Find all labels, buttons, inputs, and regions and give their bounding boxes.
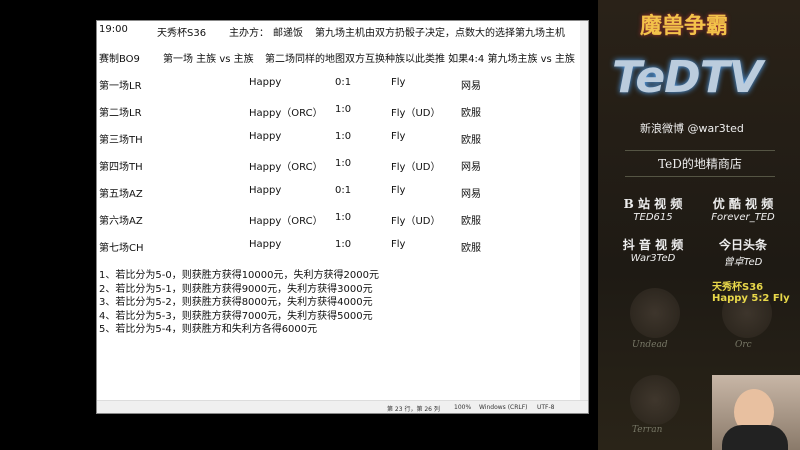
card-title: 抖 音 视 频 xyxy=(622,238,684,252)
race-label: Orc xyxy=(735,340,752,350)
game-score: 1:0 xyxy=(335,212,352,223)
race-label: Terran xyxy=(632,425,663,435)
game-row: 第二场LR Happy（ORC） 1:0 Fly（UD） 欧服 xyxy=(99,104,579,119)
game-server: 网易 xyxy=(461,81,481,92)
vertical-scrollbar[interactable] xyxy=(580,21,588,401)
game-player1: Happy（ORC） xyxy=(249,108,323,119)
game-player1: Happy xyxy=(249,239,282,250)
race-label: Undead xyxy=(632,340,668,350)
host-rule: 第九场主机由双方扔骰子决定，点数大的选择第九场主机 xyxy=(315,28,565,39)
game-player2: Fly xyxy=(391,131,406,142)
game-server: 欧服 xyxy=(461,108,481,119)
game-row: 第一场LR Happy 0:1 Fly 网易 xyxy=(99,77,579,92)
organizer-label: 主办方： xyxy=(229,28,269,39)
swap-rule: 第二场同样的地图双方互换种族以此类推 如果4:4 第九场主族 vs 主族 xyxy=(265,54,575,65)
score-overlay: 天秀杯S36 Happy 5:2 Fly xyxy=(712,278,790,304)
header-line-2: 赛制BO9 第一场 主族 vs 主族 第二场同样的地图双方互换种族以此类推 如果… xyxy=(99,50,579,65)
game-map: 第七场CH xyxy=(99,243,144,254)
game-player2: Fly xyxy=(391,239,406,250)
weibo-handle: 新浪微博 @war3ted xyxy=(640,122,744,135)
youku-card: 优 酷 视 频 Forever_TED xyxy=(698,195,788,223)
organizer: 邮递饭 xyxy=(273,28,303,39)
game-score: 1:0 xyxy=(335,158,352,169)
warcraft-logo: 魔兽争霸 xyxy=(640,14,729,39)
game-player1: Happy（ORC） xyxy=(249,216,323,227)
game-player1: Happy xyxy=(249,131,282,142)
zoom-level: 100% xyxy=(454,404,472,411)
toutiao-card: 今日头条曾卓TeD xyxy=(698,236,788,268)
game-player2: Fly（UD） xyxy=(391,108,441,119)
card-value: War3TeD xyxy=(630,253,676,264)
overlay-event: 天秀杯S36 xyxy=(712,282,764,293)
time: 19:00 xyxy=(99,24,128,35)
header-line-1: 19:00 天秀杯S36 主办方： 邮递饭 第九场主机由双方扔骰子决定，点数大的… xyxy=(99,24,579,39)
card-value: 曾卓TeD xyxy=(723,257,763,268)
bilibili-card: B 站 视 频 TED615 xyxy=(608,195,698,223)
undead-emblem-icon xyxy=(630,288,680,338)
cursor-position: 第 23 行，第 26 列 xyxy=(387,406,440,413)
game-map: 第二场LR xyxy=(99,108,142,119)
game-map: 第三场TH xyxy=(99,135,143,146)
game-row: 第三场TH Happy 1:0 Fly 欧服 xyxy=(99,131,579,146)
game-player1: Happy（ORC） xyxy=(249,162,323,173)
game-score: 1:0 xyxy=(335,104,352,115)
game-score: 0:1 xyxy=(335,77,352,88)
game-score: 0:1 xyxy=(335,185,352,196)
game-server: 欧服 xyxy=(461,216,481,227)
game-row: 第七场CH Happy 1:0 Fly 欧服 xyxy=(99,239,579,254)
game-player2: Fly xyxy=(391,77,406,88)
game-player2: Fly（UD） xyxy=(391,162,441,173)
game-server: 欧服 xyxy=(461,243,481,254)
card-title: 优 酷 视 频 xyxy=(712,197,774,211)
webcam-feed xyxy=(712,375,800,450)
event-name: 天秀杯S36 xyxy=(157,28,207,39)
game-map: 第四场TH xyxy=(99,162,143,173)
format: 赛制BO9 xyxy=(99,54,140,65)
douyin-card: 抖 音 视 频 War3TeD xyxy=(608,236,698,264)
overlay-score: Happy 5:2 Fly xyxy=(712,293,790,304)
encoding: UTF-8 xyxy=(537,404,555,411)
card-value: Forever_TED xyxy=(711,212,775,223)
game-score: 1:0 xyxy=(335,131,352,142)
status-bar: 第 23 行，第 26 列 100% Windows (CRLF) UTF-8 xyxy=(97,400,588,413)
game-map: 第一场LR xyxy=(99,81,142,92)
shop-title: TeD的地精商店 xyxy=(625,150,775,177)
game-row: 第四场TH Happy（ORC） 1:0 Fly（UD） 网易 xyxy=(99,158,579,173)
game1-rule: 第一场 主族 vs 主族 xyxy=(163,54,254,65)
game-player1: Happy xyxy=(249,185,282,196)
tedtv-logo: TeDTV xyxy=(612,52,763,103)
line-ending: Windows (CRLF) xyxy=(479,404,528,411)
game-player2: Fly（UD） xyxy=(391,216,441,227)
game-score: 1:0 xyxy=(335,239,352,250)
game-map: 第六场AZ xyxy=(99,216,143,227)
game-server: 网易 xyxy=(461,189,481,200)
game-player1: Happy xyxy=(249,77,282,88)
card-title: B 站 视 频 xyxy=(623,197,683,211)
notepad-window: 19:00 天秀杯S36 主办方： 邮递饭 第九场主机由双方扔骰子决定，点数大的… xyxy=(96,20,589,414)
game-row: 第六场AZ Happy（ORC） 1:0 Fly（UD） 欧服 xyxy=(99,212,579,227)
game-map: 第五场AZ xyxy=(99,189,143,200)
game-row: 第五场AZ Happy 0:1 Fly 网易 xyxy=(99,185,579,200)
human-emblem-icon xyxy=(630,375,680,425)
card-title: 今日头条 xyxy=(718,238,767,252)
prize-rule: 5、若比分为5-4，则获胜方和失利方各得6000元 xyxy=(99,324,318,335)
card-value: TED615 xyxy=(633,212,673,223)
game-server: 网易 xyxy=(461,162,481,173)
game-player2: Fly xyxy=(391,185,406,196)
game-server: 欧服 xyxy=(461,135,481,146)
